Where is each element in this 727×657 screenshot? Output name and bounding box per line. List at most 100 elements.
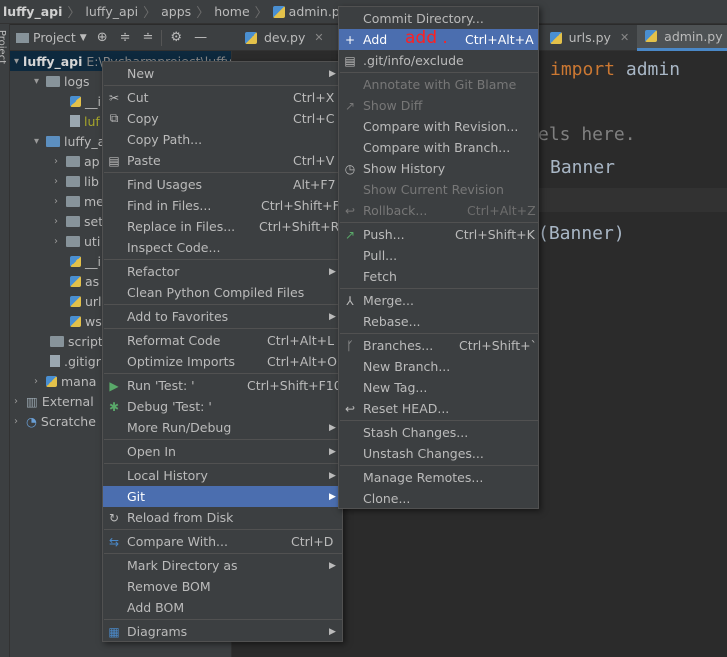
tree-item[interactable]: › uti bbox=[10, 231, 100, 251]
menu-item-inspect-code[interactable]: Inspect Code... bbox=[103, 237, 342, 258]
tab-admin-py[interactable]: admin.py ✕ bbox=[637, 24, 727, 51]
chevron-right-icon[interactable]: › bbox=[54, 216, 66, 227]
menu-item-more-run-debug[interactable]: More Run/Debug ▶ bbox=[103, 417, 342, 438]
menu-item-compare-branch[interactable]: Compare with Branch... bbox=[339, 137, 538, 158]
menu-item-show-current-revision[interactable]: Show Current Revision bbox=[339, 179, 538, 200]
close-icon[interactable]: ✕ bbox=[620, 31, 629, 44]
menu-item-mark-directory[interactable]: Mark Directory as ▶ bbox=[103, 555, 342, 576]
tree-item[interactable]: .gitigr bbox=[10, 351, 101, 371]
menu-item-push[interactable]: ↗ Push... Ctrl+Shift+K bbox=[339, 224, 538, 245]
menu-item-reformat-code[interactable]: Reformat Code Ctrl+Alt+L bbox=[103, 330, 342, 351]
branch-icon: ᚴ bbox=[346, 338, 354, 353]
menu-item-paste[interactable]: ▤ Paste Ctrl+V bbox=[103, 150, 342, 171]
menu-item-open-in[interactable]: Open In ▶ bbox=[103, 441, 342, 462]
menu-item-show-diff[interactable]: ↗ Show Diff bbox=[339, 95, 538, 116]
chevron-right-icon[interactable]: › bbox=[14, 416, 26, 427]
hide-icon[interactable]: — bbox=[188, 30, 213, 45]
menu-item-stash[interactable]: Stash Changes... bbox=[339, 422, 538, 443]
chevron-down-icon[interactable]: ▾ bbox=[14, 56, 19, 67]
menu-item-merge[interactable]: ⅄ Merge... bbox=[339, 290, 538, 311]
run-icon: ▶ bbox=[109, 378, 119, 393]
menu-item-reload-from-disk[interactable]: ↻ Reload from Disk bbox=[103, 507, 342, 528]
menu-item-annotate[interactable]: Annotate with Git Blame bbox=[339, 74, 538, 95]
locate-icon[interactable]: ⊕ bbox=[91, 30, 114, 45]
chevron-down-icon[interactable]: ▾ bbox=[34, 76, 46, 87]
menu-item-unstash[interactable]: Unstash Changes... bbox=[339, 443, 538, 464]
tree-item[interactable]: › lib bbox=[10, 171, 99, 191]
menu-item-show-history[interactable]: ◷ Show History bbox=[339, 158, 538, 179]
menu-item-compare-with[interactable]: ⇆ Compare With... Ctrl+D bbox=[103, 531, 342, 552]
menu-item-debug[interactable]: ✱ Debug 'Test: ' bbox=[103, 396, 342, 417]
menu-item-find-in-files[interactable]: Find in Files... Ctrl+Shift+F bbox=[103, 195, 342, 216]
tree-item[interactable]: › mana bbox=[10, 371, 96, 391]
tree-item[interactable]: __i bbox=[10, 91, 101, 111]
menu-item-cut[interactable]: ✂ Cut Ctrl+X bbox=[103, 87, 342, 108]
menu-item-diagrams[interactable]: ▦ Diagrams ▶ bbox=[103, 621, 342, 642]
tab-dev-py[interactable]: dev.py ✕ bbox=[237, 25, 332, 51]
tree-item[interactable]: as bbox=[10, 271, 99, 291]
menu-item-git-exclude[interactable]: ▤ .git/info/exclude bbox=[339, 50, 538, 71]
menu-item-optimize-imports[interactable]: Optimize Imports Ctrl+Alt+O bbox=[103, 351, 342, 372]
tree-item[interactable]: __i bbox=[10, 251, 101, 271]
tree-item[interactable]: luf bbox=[10, 111, 100, 131]
tree-item-package[interactable]: ▾ luffy_a bbox=[10, 131, 105, 151]
menu-item-run[interactable]: ▶ Run 'Test: ' Ctrl+Shift+F10 bbox=[103, 375, 342, 396]
menu-item-git[interactable]: Git ▶ bbox=[103, 486, 342, 507]
menu-item-clean-compiled[interactable]: Clean Python Compiled Files bbox=[103, 282, 342, 303]
folder-icon bbox=[66, 235, 80, 247]
chevron-right-icon[interactable]: › bbox=[54, 156, 66, 167]
chevron-right-icon[interactable]: › bbox=[34, 376, 46, 387]
project-view-selector[interactable]: Project ▼ bbox=[10, 30, 87, 45]
tree-item-external-libraries[interactable]: › ▥ External bbox=[10, 391, 94, 411]
breadcrumb-separator: 〉 bbox=[254, 6, 268, 21]
tree-item-label: lib bbox=[84, 173, 99, 189]
menu-item-refactor[interactable]: Refactor ▶ bbox=[103, 261, 342, 282]
chevron-down-icon[interactable]: ▾ bbox=[34, 136, 46, 147]
menu-item-branches[interactable]: ᚴ Branches... Ctrl+Shift+` bbox=[339, 335, 538, 356]
menu-item-commit-directory[interactable]: Commit Directory... bbox=[339, 8, 538, 29]
breadcrumb-module[interactable]: luffy_api bbox=[82, 4, 141, 19]
menu-item-new-branch[interactable]: New Branch... bbox=[339, 356, 538, 377]
menu-item-rollback[interactable]: ↩ Rollback... Ctrl+Alt+Z bbox=[339, 200, 538, 221]
breadcrumb-apps[interactable]: apps bbox=[158, 4, 194, 19]
tree-item[interactable]: url bbox=[10, 291, 102, 311]
expand-all-icon[interactable]: ≑ bbox=[114, 30, 137, 45]
menu-item-reset-head[interactable]: ↩ Reset HEAD... bbox=[339, 398, 538, 419]
tree-item-scratches[interactable]: › ◔ Scratche bbox=[10, 411, 96, 431]
menu-item-remove-bom[interactable]: Remove BOM bbox=[103, 576, 342, 597]
breadcrumb-project[interactable]: luffy_api bbox=[0, 4, 65, 19]
menu-item-add-to-favorites[interactable]: Add to Favorites ▶ bbox=[103, 306, 342, 327]
menu-item-manage-remotes[interactable]: Manage Remotes... bbox=[339, 467, 538, 488]
chevron-right-icon[interactable]: › bbox=[14, 396, 26, 407]
tree-item[interactable]: › ap bbox=[10, 151, 100, 171]
menu-item-new[interactable]: New ▶ bbox=[103, 63, 342, 84]
tree-item[interactable]: ws bbox=[10, 311, 102, 331]
menu-item-copy-path[interactable]: Copy Path... bbox=[103, 129, 342, 150]
menu-item-add-bom[interactable]: Add BOM bbox=[103, 597, 342, 618]
tree-item[interactable]: › set bbox=[10, 211, 103, 231]
collapse-all-icon[interactable]: ≐ bbox=[137, 30, 160, 45]
menu-item-replace-in-files[interactable]: Replace in Files... Ctrl+Shift+R bbox=[103, 216, 342, 237]
tree-item[interactable]: script bbox=[10, 331, 103, 351]
menu-item-fetch[interactable]: Fetch bbox=[339, 266, 538, 287]
tab-urls-py[interactable]: urls.py ✕ bbox=[542, 25, 638, 51]
menu-item-clone[interactable]: Clone... bbox=[339, 488, 538, 509]
chevron-right-icon[interactable]: › bbox=[54, 196, 66, 207]
menu-item-label: Paste bbox=[127, 153, 161, 168]
menu-item-shortcut: Ctrl+D bbox=[291, 534, 334, 549]
chevron-right-icon[interactable]: › bbox=[54, 176, 66, 187]
gear-icon[interactable]: ⚙ bbox=[164, 30, 188, 45]
menu-item-compare-revision[interactable]: Compare with Revision... bbox=[339, 116, 538, 137]
tree-item[interactable]: › me bbox=[10, 191, 104, 211]
close-icon[interactable]: ✕ bbox=[314, 31, 323, 44]
chevron-right-icon[interactable]: › bbox=[54, 236, 66, 247]
menu-item-pull[interactable]: Pull... bbox=[339, 245, 538, 266]
menu-item-new-tag[interactable]: New Tag... bbox=[339, 377, 538, 398]
project-tool-window-stripe[interactable]: 1: Project bbox=[0, 24, 18, 657]
menu-item-local-history[interactable]: Local History ▶ bbox=[103, 465, 342, 486]
menu-item-rebase[interactable]: Rebase... bbox=[339, 311, 538, 332]
menu-item-find-usages[interactable]: Find Usages Alt+F7 bbox=[103, 174, 342, 195]
menu-item-copy[interactable]: ⧉ Copy Ctrl+C bbox=[103, 108, 342, 129]
breadcrumb-home[interactable]: home bbox=[211, 4, 252, 19]
tree-item-logs[interactable]: ▾ logs bbox=[10, 71, 90, 91]
